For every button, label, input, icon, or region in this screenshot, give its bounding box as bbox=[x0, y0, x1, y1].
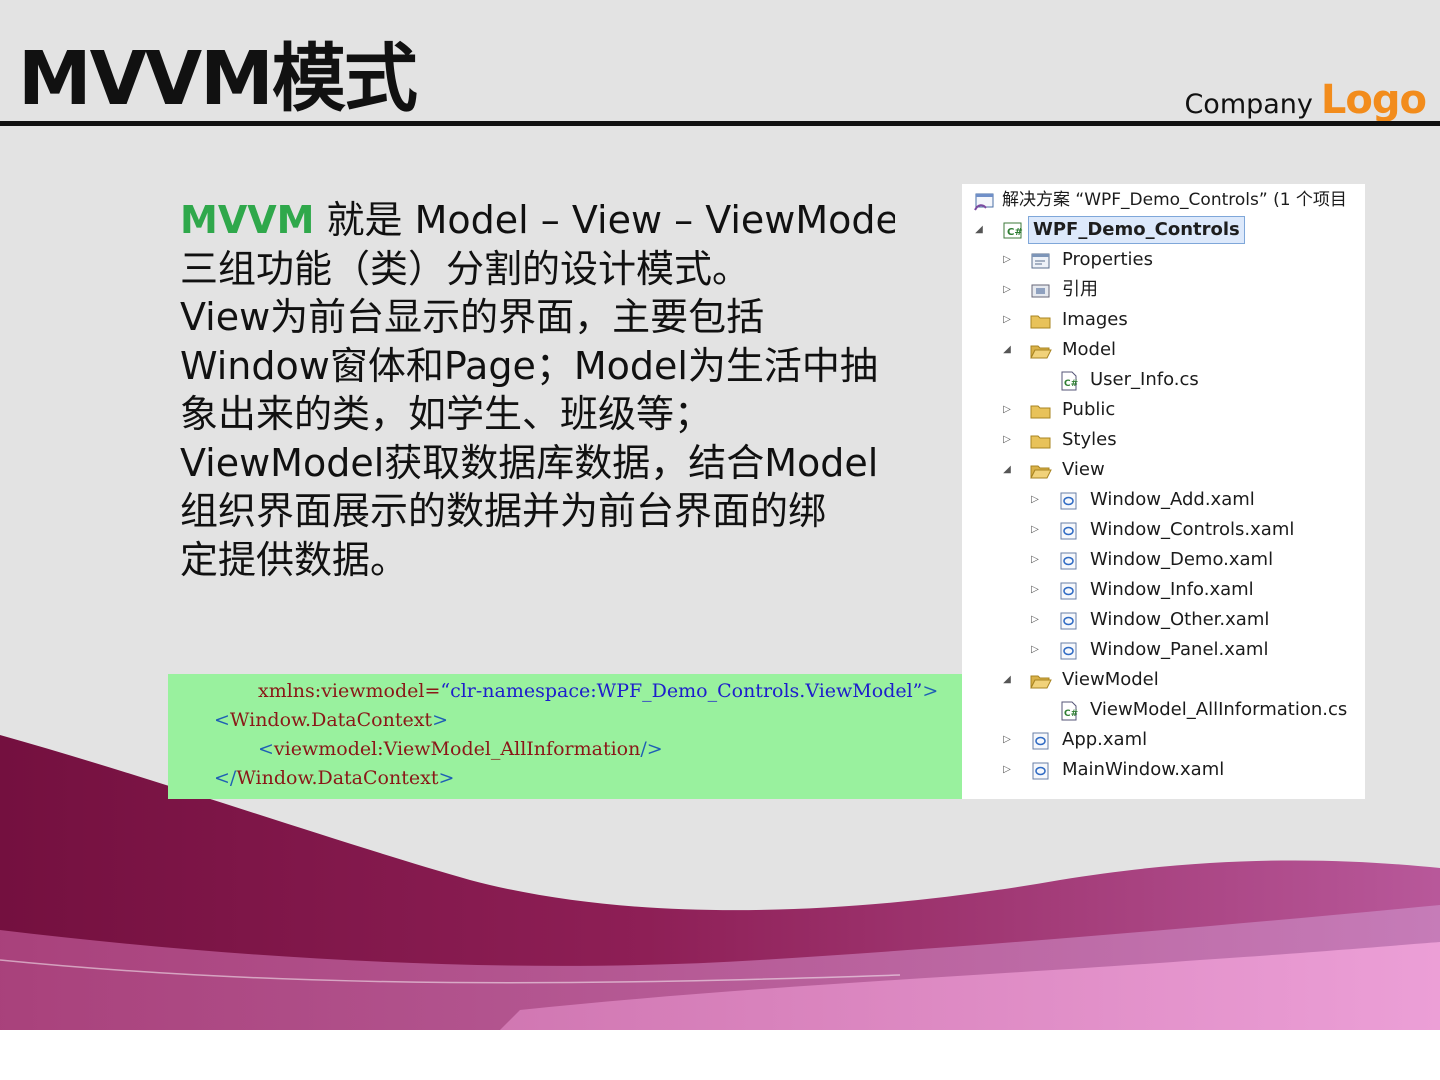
tree-item-label: WPF_Demo_Controls bbox=[1028, 216, 1245, 244]
code-line: <Window.DataContext> bbox=[214, 709, 448, 731]
page-title: MVVM模式 bbox=[18, 36, 418, 122]
text-fragment: 就是 Model – View – ViewModel bbox=[314, 198, 895, 242]
collapsed-arrow-icon[interactable]: ▷ bbox=[1028, 546, 1042, 574]
tree-item-label: ViewModel_AllInformation.cs bbox=[1090, 699, 1348, 720]
solution-header-label: 解决方案 “WPF_Demo_Controls” (1 个项目 bbox=[1002, 190, 1347, 210]
mvvm-accent: MVVM bbox=[180, 198, 315, 242]
text-line: Window窗体和Page；Model为生活中抽 bbox=[180, 343, 878, 388]
collapsed-arrow-icon[interactable]: ▷ bbox=[1028, 606, 1042, 634]
expanded-arrow-icon[interactable]: ◢ bbox=[1000, 336, 1014, 364]
text-line: 定提供数据。 bbox=[180, 537, 409, 582]
collapsed-arrow-icon[interactable]: ▷ bbox=[1000, 306, 1014, 334]
tree-item-label: Window_Info.xaml bbox=[1090, 579, 1254, 600]
solution-icon bbox=[974, 191, 994, 211]
svg-text:C#: C# bbox=[1064, 379, 1078, 389]
code-bracket: </ bbox=[214, 767, 237, 789]
code-snippet: xmlns:viewmodel=“clr-namespace:WPF_Demo_… bbox=[168, 674, 962, 799]
tree-item-label: ViewModel bbox=[1062, 669, 1159, 690]
code-bracket: > bbox=[432, 709, 448, 731]
tree-item-label: Window_Other.xaml bbox=[1090, 609, 1270, 630]
xaml-file-icon bbox=[1058, 581, 1078, 600]
expanded-arrow-icon[interactable]: ◢ bbox=[1000, 456, 1014, 484]
code-tag: Window.DataContext bbox=[229, 709, 433, 731]
code-bracket: > bbox=[922, 680, 939, 702]
tree-item-label: Styles bbox=[1062, 429, 1117, 450]
folder-icon bbox=[1030, 401, 1051, 419]
code-bracket: /> bbox=[640, 738, 663, 760]
code-line: <viewmodel:ViewModel_AllInformation/> bbox=[258, 738, 663, 760]
xaml-file-icon bbox=[1030, 761, 1050, 780]
tree-item-label: Properties bbox=[1062, 249, 1153, 270]
tree-item-label: Window_Panel.xaml bbox=[1090, 639, 1269, 660]
collapsed-arrow-icon[interactable]: ▷ bbox=[1000, 756, 1014, 784]
code-tag: Window.DataContext bbox=[236, 767, 439, 789]
properties-icon bbox=[1030, 251, 1050, 269]
collapsed-arrow-icon[interactable]: ▷ bbox=[1000, 426, 1014, 454]
tree-item-label: Window_Add.xaml bbox=[1090, 489, 1255, 510]
references-icon bbox=[1030, 281, 1050, 299]
solution-explorer: 解决方案 “WPF_Demo_Controls” (1 个项目 ◢ C# WPF… bbox=[962, 184, 1365, 799]
code-bracket: > bbox=[438, 767, 455, 789]
folder-open-icon bbox=[1030, 461, 1052, 479]
code-value: “clr-namespace:WPF_Demo_Controls.ViewMod… bbox=[440, 680, 923, 702]
folder-open-icon bbox=[1030, 671, 1052, 689]
expanded-arrow-icon[interactable]: ◢ bbox=[1000, 666, 1014, 694]
collapsed-arrow-icon[interactable]: ▷ bbox=[1028, 636, 1042, 664]
collapsed-arrow-icon[interactable]: ▷ bbox=[1000, 276, 1014, 304]
text-line: MVVM 就是 Model – View – ViewModel bbox=[180, 196, 895, 245]
xaml-file-icon bbox=[1058, 491, 1078, 510]
svg-text:C#: C# bbox=[1007, 227, 1023, 238]
text-line: View为前台显示的界面，主要包括 bbox=[180, 295, 765, 339]
xaml-file-icon bbox=[1058, 641, 1078, 660]
text-line: 象出来的类，如学生、班级等； bbox=[180, 392, 713, 436]
company-label: Company bbox=[1184, 89, 1313, 120]
tree-item-label: Model bbox=[1062, 339, 1117, 360]
csharp-file-icon: C# bbox=[1058, 701, 1078, 721]
svg-text:C#: C# bbox=[1064, 709, 1078, 719]
tree-item-label: App.xaml bbox=[1062, 729, 1148, 750]
code-line: </Window.DataContext> bbox=[214, 767, 454, 789]
folder-open-icon bbox=[1030, 341, 1052, 359]
csharp-file-icon: C# bbox=[1058, 371, 1078, 391]
tree-item-label: Window_Controls.xaml bbox=[1090, 519, 1295, 540]
collapsed-arrow-icon[interactable]: ▷ bbox=[1028, 516, 1042, 544]
code-tag: viewmodel:ViewModel_AllInformation bbox=[273, 738, 641, 760]
tree-item-label: Public bbox=[1062, 399, 1116, 420]
tree-item-label: Window_Demo.xaml bbox=[1090, 549, 1274, 570]
tree-item-label: 引用 bbox=[1062, 279, 1098, 300]
code-line: xmlns:viewmodel=“clr-namespace:WPF_Demo_… bbox=[258, 680, 938, 702]
tree-item-label: View bbox=[1062, 459, 1105, 480]
description-text: MVVM 就是 Model – View – ViewModel 三组功能（类）… bbox=[180, 196, 895, 584]
code-bracket: < bbox=[214, 709, 230, 731]
xaml-file-icon bbox=[1030, 731, 1050, 750]
xaml-file-icon bbox=[1058, 611, 1078, 630]
code-attr: xmlns:viewmodel= bbox=[258, 680, 441, 702]
slide: MVVM模式 Company Logo MVVM 就是 Model – View … bbox=[0, 0, 1440, 1030]
tree-item-label: User_Info.cs bbox=[1090, 369, 1199, 390]
expanded-arrow-icon[interactable]: ◢ bbox=[972, 216, 986, 244]
text-line: 组织界面展示的数据并为前台界面的绑 bbox=[180, 489, 827, 533]
xaml-file-icon bbox=[1058, 521, 1078, 540]
tree-item-label: MainWindow.xaml bbox=[1062, 759, 1225, 780]
company-logo: Company Logo bbox=[1184, 72, 1427, 136]
folder-icon bbox=[1030, 431, 1051, 449]
collapsed-arrow-icon[interactable]: ▷ bbox=[1000, 726, 1014, 754]
collapsed-arrow-icon[interactable]: ▷ bbox=[1000, 396, 1014, 424]
text-line: 三组功能（类）分割的设计模式。 bbox=[180, 246, 751, 291]
code-bracket: < bbox=[258, 738, 274, 760]
logo-label: Logo bbox=[1320, 77, 1427, 123]
folder-icon bbox=[1030, 311, 1051, 329]
collapsed-arrow-icon[interactable]: ▷ bbox=[1028, 486, 1042, 514]
tree-item-label: Images bbox=[1062, 309, 1128, 330]
header-divider bbox=[0, 121, 1440, 126]
collapsed-arrow-icon[interactable]: ▷ bbox=[1028, 576, 1042, 604]
text-line: ViewModel获取数据库数据，结合Model bbox=[180, 440, 879, 485]
csharp-project-icon: C# bbox=[1002, 221, 1023, 239]
collapsed-arrow-icon[interactable]: ▷ bbox=[1000, 246, 1014, 274]
xaml-file-icon bbox=[1058, 551, 1078, 570]
